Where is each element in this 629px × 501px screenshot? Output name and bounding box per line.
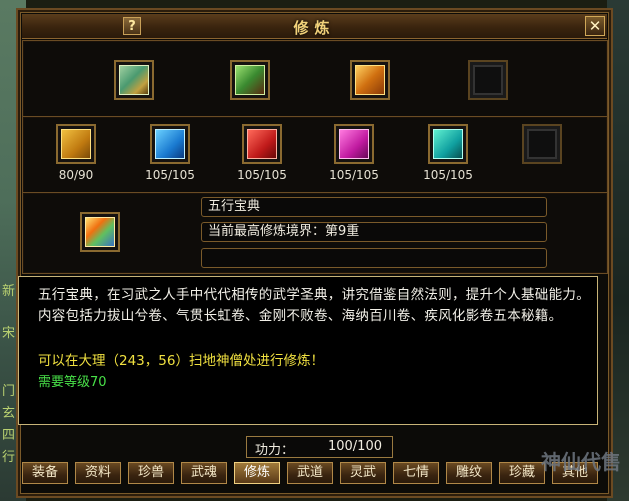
empty-slot-icon[interactable] <box>522 124 562 164</box>
tab-spirit-weapon[interactable]: 灵武 <box>340 462 386 484</box>
treasure-chest-icon[interactable] <box>350 60 390 100</box>
power-field: 功力： 100/100 <box>246 436 393 458</box>
description-text: 五行宝典，在习武之人手中代代相传的武学圣典，讲究借鉴自然法则，提升个人基础能力。… <box>38 287 590 324</box>
book-count: 105/105 <box>423 168 473 182</box>
tab-cultivation[interactable]: 修炼 <box>234 462 280 484</box>
book-count: 80/90 <box>58 168 94 182</box>
pink-book-icon[interactable] <box>334 124 374 164</box>
title-bar[interactable]: ? 修炼 ✕ <box>22 14 607 39</box>
bg-char: 新 <box>2 284 16 299</box>
tab-collection[interactable]: 珍藏 <box>499 462 545 484</box>
book-count: 105/105 <box>145 168 195 182</box>
tab-profile[interactable]: 资料 <box>75 462 121 484</box>
location-text: 可以在大理（243，56）扫地神僧处进行修炼！ <box>38 353 324 369</box>
bg-char: 行 <box>2 450 16 465</box>
level-requirement-text: 需要等级70 <box>38 375 107 390</box>
blue-book-icon[interactable] <box>150 124 190 164</box>
power-label: 功力： <box>255 443 295 458</box>
book-stack-icon[interactable] <box>114 60 154 100</box>
book-count: 105/105 <box>237 168 287 182</box>
bg-char: 玄 <box>2 406 16 421</box>
empty-slot-icon[interactable] <box>468 60 508 100</box>
book-count: 105/105 <box>329 168 379 182</box>
top-slot-panel <box>22 40 608 118</box>
extra-field <box>201 248 547 268</box>
book-name-field: 五行宝典 <box>201 197 547 217</box>
bg-char: 四 <box>2 428 16 443</box>
bg-char: 门 <box>2 384 16 399</box>
tab-equipment[interactable]: 装备 <box>22 462 68 484</box>
scroll-bundle-icon[interactable] <box>230 60 270 100</box>
tab-emotions[interactable]: 七情 <box>393 462 439 484</box>
book-slot-panel <box>22 116 608 194</box>
bottom-tab-bar: 装备 资料 珍兽 武魂 修炼 武道 灵武 七情 雕纹 珍藏 其他 <box>22 462 612 486</box>
multicolor-book-icon[interactable] <box>80 212 120 252</box>
yellow-book-icon[interactable] <box>56 124 96 164</box>
realm-field: 当前最高修炼境界：第9重 <box>201 222 547 242</box>
watermark: 神仙代售 <box>541 450 621 474</box>
tab-pets[interactable]: 珍兽 <box>128 462 174 484</box>
power-value: 100/100 <box>327 439 382 454</box>
teal-book-icon[interactable] <box>428 124 468 164</box>
bg-char: 宋 <box>2 326 16 341</box>
red-book-icon[interactable] <box>242 124 282 164</box>
close-button[interactable]: ✕ <box>585 16 605 36</box>
tab-martial-soul[interactable]: 武魂 <box>181 462 227 484</box>
tab-engraving[interactable]: 雕纹 <box>446 462 492 484</box>
tab-martial-way[interactable]: 武道 <box>287 462 333 484</box>
window-title: 修炼 <box>293 19 336 37</box>
